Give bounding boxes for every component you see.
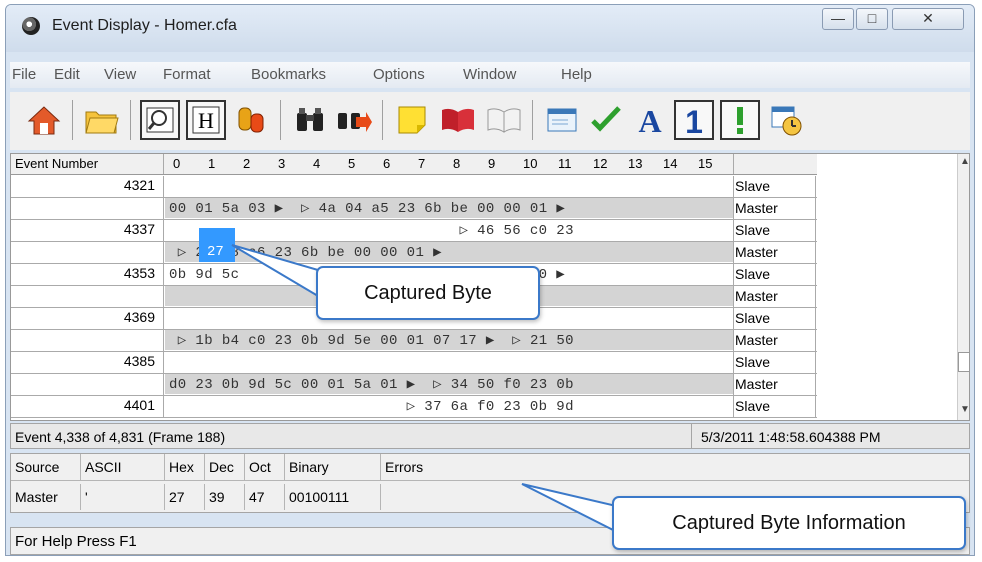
captured-byte-info-callout: Captured Byte Information: [612, 496, 966, 550]
captured-byte-callout: Captured Byte: [316, 266, 540, 320]
